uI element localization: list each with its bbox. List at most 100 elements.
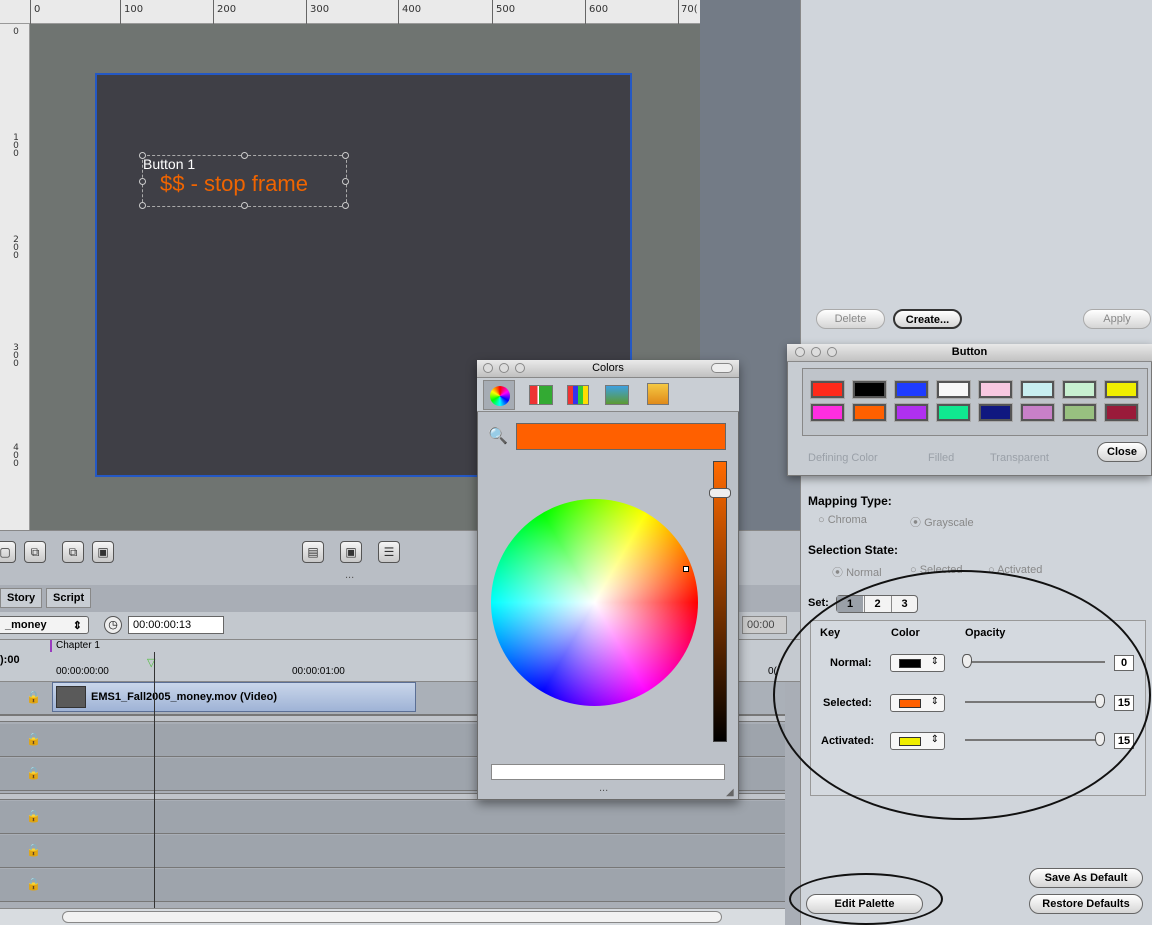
close-icon[interactable] — [483, 363, 493, 373]
chevron-updown-icon: ⇕ — [72, 620, 82, 632]
view-icon[interactable]: ▢ — [0, 541, 16, 563]
palette-swatch[interactable] — [936, 403, 971, 422]
palette-swatch[interactable] — [1062, 403, 1097, 422]
palette-swatch[interactable] — [936, 380, 971, 399]
resize-handle[interactable] — [342, 178, 349, 185]
lock-icon[interactable]: 🔒 — [26, 809, 41, 823]
palette-swatch[interactable] — [1020, 403, 1055, 422]
crayons-icon[interactable] — [647, 383, 669, 405]
slider-thumb[interactable] — [709, 488, 731, 498]
color-wheel-icon — [490, 386, 510, 406]
swatch-grid — [802, 368, 1148, 436]
menu-icon[interactable]: ▣ — [340, 541, 362, 563]
palette-swatch[interactable] — [810, 380, 845, 399]
timecode-end[interactable]: 00:00 — [742, 616, 787, 634]
apply-button[interactable]: Apply — [1083, 309, 1151, 329]
color-wheel[interactable] — [491, 499, 698, 706]
palette-swatch[interactable] — [1062, 380, 1097, 399]
button-palette-title: Button — [951, 346, 988, 358]
palette-swatch[interactable] — [810, 403, 845, 422]
lock-icon[interactable]: 🔒 — [26, 732, 41, 746]
audio-track: 🔒 — [0, 801, 785, 834]
clip-thumbnail — [56, 686, 86, 708]
radio-normal[interactable]: ⦿ Normal — [832, 564, 882, 580]
create-button[interactable]: Create... — [893, 309, 962, 329]
close-button[interactable]: Close — [1097, 442, 1147, 462]
image-palettes-icon[interactable] — [605, 385, 629, 405]
tab-script[interactable]: Script — [46, 588, 92, 608]
overlay-icon[interactable]: ⧉ — [24, 541, 46, 563]
colors-window-titlebar[interactable]: Colors — [477, 360, 739, 378]
color-picker-cursor[interactable] — [683, 566, 689, 572]
zoom-icon[interactable] — [515, 363, 525, 373]
track-menu[interactable]: _money ⇕ — [0, 616, 89, 634]
ruler-label: 400 — [402, 4, 422, 15]
list-icon[interactable]: ☰ — [378, 541, 400, 563]
radio-grayscale[interactable]: ⦿ Grayscale — [910, 514, 974, 530]
brightness-slider[interactable] — [709, 461, 731, 742]
time-label: 00:00:00:00 — [56, 666, 109, 677]
close-icon[interactable] — [795, 347, 805, 357]
ruler-label: 100 — [124, 4, 144, 15]
scroll-thumb[interactable] — [62, 911, 722, 923]
save-as-default-button[interactable]: Save As Default — [1029, 868, 1143, 888]
resize-handle[interactable] — [342, 152, 349, 159]
button-palette-titlebar[interactable]: Button — [787, 344, 1152, 362]
lock-icon[interactable]: 🔒 — [26, 766, 41, 780]
lock-icon[interactable]: 🔒 — [26, 690, 41, 704]
button-text[interactable]: $$ - stop frame — [160, 171, 308, 197]
colors-window-title: Colors — [592, 362, 624, 374]
restore-defaults-button[interactable]: Restore Defaults — [1029, 894, 1143, 914]
palette-swatch[interactable] — [978, 403, 1013, 422]
layer-icon[interactable]: ▣ — [92, 541, 114, 563]
resize-grip-icon[interactable]: ◢ — [726, 787, 734, 798]
ruler-label: 0 — [13, 27, 19, 37]
palette-swatch[interactable] — [1104, 403, 1139, 422]
palette-swatch[interactable] — [978, 380, 1013, 399]
lock-icon[interactable]: 🔒 — [26, 843, 41, 857]
timecode-field[interactable]: 00:00:00:13 — [128, 616, 224, 634]
minimize-icon[interactable] — [811, 347, 821, 357]
colors-mode-toolbar — [477, 378, 739, 412]
ruler-label: 0 — [13, 149, 19, 159]
lock-icon[interactable]: 🔒 — [26, 877, 41, 891]
playhead-line — [154, 652, 155, 910]
timeline-scrollbar[interactable] — [0, 908, 785, 925]
palette-swatch[interactable] — [894, 380, 929, 399]
audio-track: 🔒 — [0, 869, 785, 902]
delete-button[interactable]: Delete — [816, 309, 885, 329]
palette-swatch[interactable] — [852, 403, 887, 422]
palette-swatch[interactable] — [894, 403, 929, 422]
horizontal-ruler: 0 100 200 300 400 500 600 70( — [0, 0, 700, 24]
layer-icon[interactable]: ⧉ — [62, 541, 84, 563]
color-palettes-icon[interactable] — [567, 385, 589, 405]
tab-story[interactable]: Story — [0, 588, 43, 608]
video-clip[interactable]: EMS1_Fall2005_money.mov (Video) — [52, 682, 416, 712]
palette-swatch[interactable] — [1020, 380, 1055, 399]
clock-icon[interactable]: ◷ — [104, 616, 122, 634]
minimize-icon[interactable] — [499, 363, 509, 373]
resize-handle[interactable] — [139, 202, 146, 209]
bg-text: Transparent — [990, 452, 1049, 464]
vertical-ruler: 0 100 200 300 400 — [0, 24, 30, 530]
palette-swatch[interactable] — [1104, 380, 1139, 399]
film-icon[interactable]: ▤ — [302, 541, 324, 563]
current-color-well[interactable] — [516, 423, 726, 450]
ruler-label: 200 — [217, 4, 237, 15]
resize-handle[interactable] — [342, 202, 349, 209]
palette-swatch[interactable] — [852, 380, 887, 399]
zoom-icon[interactable] — [827, 347, 837, 357]
magnifier-icon[interactable]: 🔍 — [488, 426, 508, 446]
resize-handle[interactable] — [241, 152, 248, 159]
audio-track: 🔒 — [0, 835, 785, 868]
color-swatch-strip[interactable] — [491, 764, 725, 780]
ruler-label: 0 — [13, 251, 19, 261]
resize-handle[interactable] — [241, 202, 248, 209]
toolbar-toggle-icon[interactable] — [711, 363, 733, 373]
radio-chroma[interactable]: ○ Chroma — [818, 514, 867, 526]
mapping-type-label: Mapping Type: — [808, 494, 892, 508]
resize-handle[interactable] — [139, 178, 146, 185]
color-wheel-mode-button[interactable] — [483, 380, 515, 410]
ellipsis: ... — [599, 782, 609, 794]
color-sliders-icon[interactable] — [529, 385, 553, 405]
